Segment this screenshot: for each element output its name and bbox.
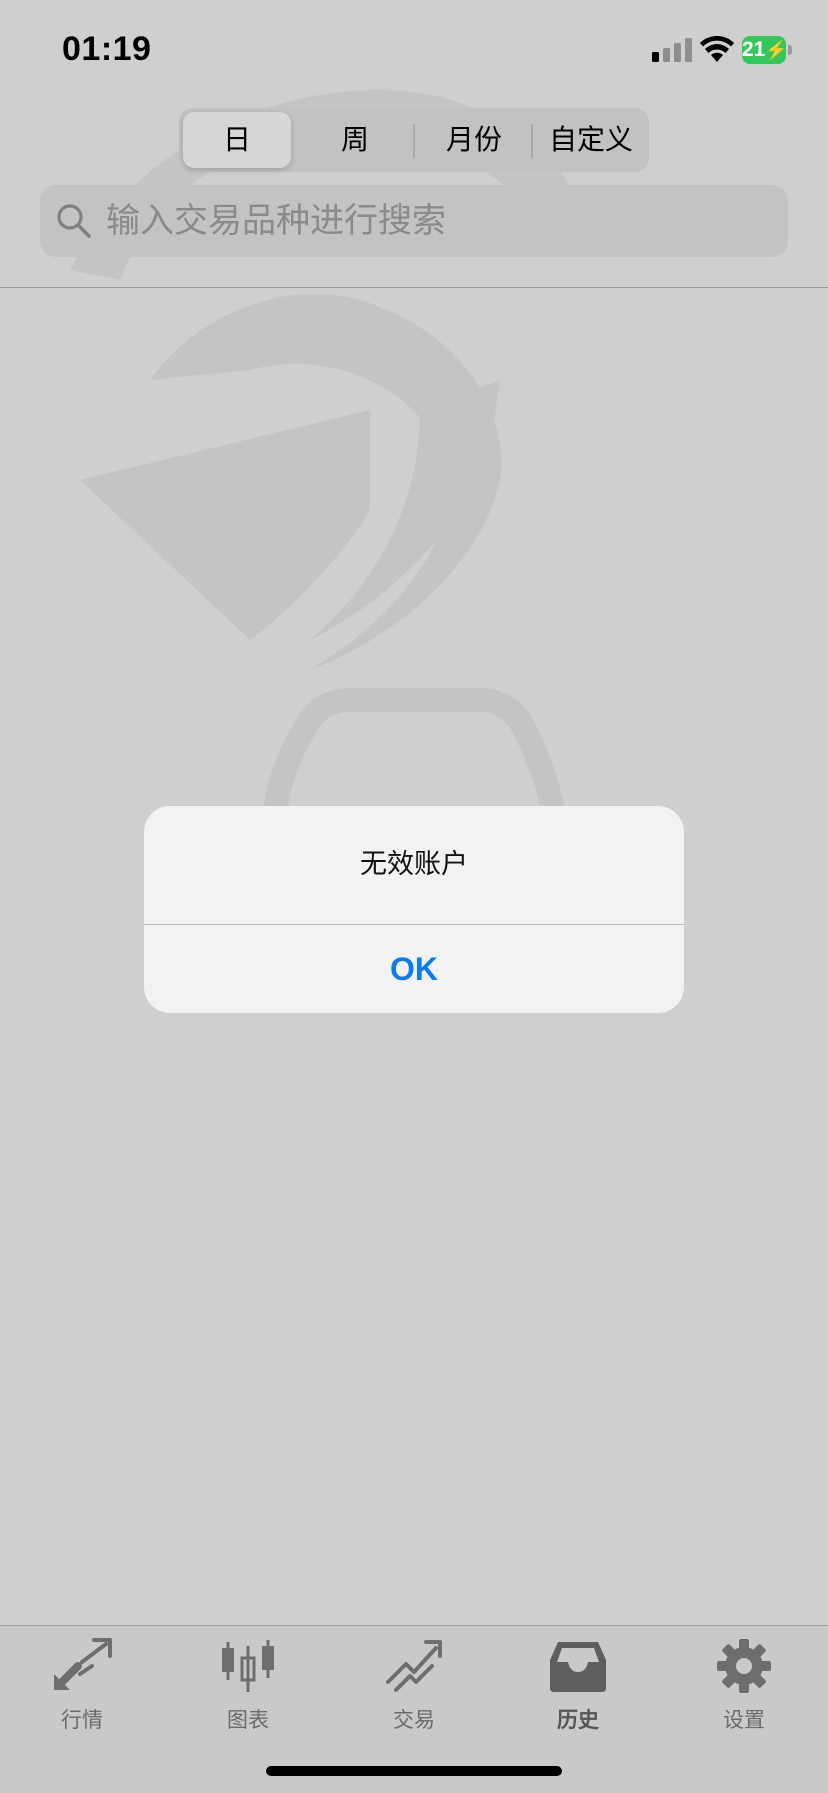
segment-divider	[413, 124, 415, 158]
alert-message: 无效账户	[360, 849, 468, 880]
tab-charts[interactable]: 图表	[188, 1638, 308, 1748]
period-selector: 日 周 月份 自定义	[179, 108, 649, 172]
tab-quotes[interactable]: 行情	[22, 1638, 142, 1748]
tab-label-history: 历史	[557, 1708, 599, 1732]
quotes-arrows-icon	[54, 1638, 112, 1690]
segment-week[interactable]: 周	[297, 112, 413, 168]
trade-trend-icon	[386, 1640, 442, 1692]
segment-divider	[531, 124, 533, 158]
segment-day[interactable]: 日	[183, 112, 291, 168]
status-bar: 01:19 21⚡	[0, 0, 828, 100]
battery-level: 21	[742, 38, 766, 61]
header-divider	[0, 287, 828, 288]
wifi-icon	[700, 36, 734, 62]
home-indicator[interactable]	[266, 1766, 562, 1776]
tab-trade[interactable]: 交易	[354, 1638, 474, 1748]
bolt-icon: ⚡	[765, 40, 788, 60]
tab-label-trade: 交易	[393, 1708, 435, 1732]
search-icon	[57, 204, 91, 238]
segment-custom[interactable]: 自定义	[535, 112, 647, 168]
signal-icon	[652, 38, 692, 62]
tab-label-charts: 图表	[227, 1708, 269, 1732]
tab-label-quotes: 行情	[61, 1708, 103, 1732]
tab-history[interactable]: 历史	[518, 1638, 638, 1748]
watermark-logo	[70, 90, 590, 880]
tab-label-settings: 设置	[723, 1708, 765, 1732]
tab-settings[interactable]: 设置	[684, 1638, 804, 1748]
search-input[interactable]	[102, 185, 776, 257]
candlestick-chart-icon	[222, 1640, 274, 1692]
segment-month[interactable]: 月份	[417, 112, 531, 168]
gear-icon	[717, 1639, 771, 1693]
alert-ok-button[interactable]: OK	[144, 925, 684, 1013]
battery-charging-icon: 21⚡	[742, 36, 792, 64]
status-time: 01:19	[62, 30, 152, 68]
alert-dialog: 无效账户 OK	[144, 806, 684, 1013]
inbox-history-icon	[550, 1642, 606, 1692]
search-bar	[40, 185, 788, 257]
